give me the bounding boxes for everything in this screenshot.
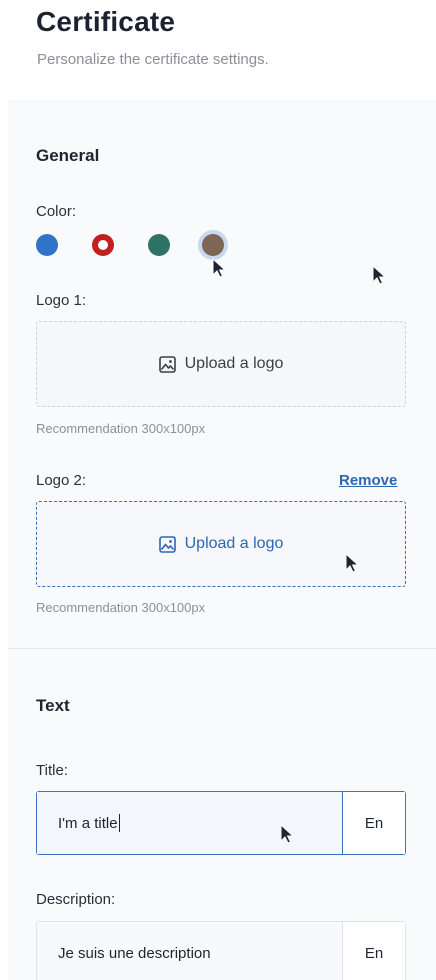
title-input[interactable]: I'm a title	[37, 792, 342, 854]
mouse-pointer-icon	[212, 258, 227, 278]
color-swatch-blue[interactable]	[36, 234, 58, 256]
logo1-label: Logo 1:	[36, 292, 87, 309]
mouse-pointer-icon	[372, 265, 387, 285]
mouse-pointer-icon	[345, 553, 360, 573]
title-field[interactable]: I'm a title En	[36, 791, 406, 855]
section-title-text: Text	[36, 696, 70, 715]
description-language-selector[interactable]: En	[342, 922, 405, 980]
description-field[interactable]: Je suis une description En	[36, 921, 406, 980]
image-icon	[158, 535, 176, 553]
section-title-general: General	[36, 146, 100, 165]
logo2-upload-dropzone[interactable]: Upload a logo	[36, 501, 406, 587]
section-divider	[8, 648, 436, 649]
color-swatch-brown-selected[interactable]	[202, 234, 224, 256]
text-caret	[118, 814, 120, 832]
page-subtitle: Personalize the certificate settings.	[37, 51, 269, 68]
color-label: Color:	[36, 203, 77, 220]
logo1-upload-label: Upload a logo	[184, 355, 284, 372]
logo2-label: Logo 2:	[36, 472, 87, 489]
logo2-hint: Recommendation 300x100px	[36, 600, 206, 615]
logo2-upload-label: Upload a logo	[184, 535, 284, 552]
description-field-label: Description:	[36, 891, 116, 908]
color-swatch-teal[interactable]	[148, 234, 170, 256]
title-language-selector[interactable]: En	[342, 792, 405, 854]
description-input[interactable]: Je suis une description	[37, 922, 342, 980]
remove-logo2-link[interactable]: Remove	[339, 472, 397, 489]
title-input-value: I'm a title	[58, 814, 118, 832]
logo1-hint: Recommendation 300x100px	[36, 421, 206, 436]
logo1-upload-dropzone[interactable]: Upload a logo	[36, 321, 406, 407]
page-header: Certificate Personalize the certificate …	[0, 0, 436, 100]
color-swatch-red[interactable]	[92, 234, 114, 256]
title-field-label: Title:	[36, 762, 68, 779]
mouse-pointer-icon	[280, 824, 295, 844]
image-icon	[158, 355, 176, 373]
description-input-value: Je suis une description	[58, 944, 211, 962]
page-title: Certificate	[36, 6, 176, 37]
